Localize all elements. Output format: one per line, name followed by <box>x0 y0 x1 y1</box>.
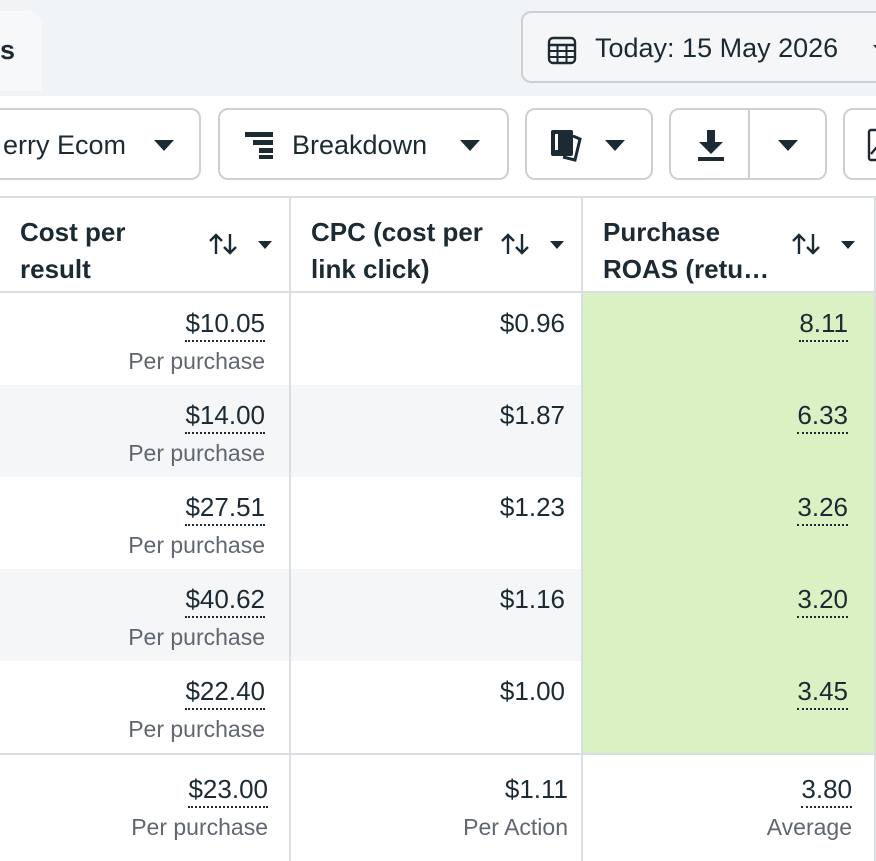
roas-value[interactable]: 3.45 <box>797 676 848 710</box>
account-selector-label: erry Ecom <box>3 130 127 160</box>
total-cost-per-result-unit: Per purchase <box>131 814 268 840</box>
top-bar: s Today: 15 May 2026 <box>0 0 876 96</box>
reports-button[interactable] <box>525 108 653 180</box>
calendar-icon <box>547 36 577 65</box>
chevron-down-icon <box>154 140 174 151</box>
breakdown-button[interactable]: Breakdown <box>218 108 509 180</box>
button-divider <box>748 110 750 178</box>
export-button-group <box>669 108 827 180</box>
chevron-down-icon[interactable] <box>778 140 798 151</box>
chevron-down-icon <box>460 140 480 151</box>
reports-icon <box>551 130 582 162</box>
cpc-value: $1.16 <box>499 584 565 614</box>
divider <box>581 196 583 861</box>
account-selector-button[interactable]: erry Ecom <box>0 108 201 180</box>
cpc-value: $1.00 <box>499 676 565 706</box>
cost-per-result-unit: Per purchase <box>128 532 265 558</box>
breakdown-icon <box>245 132 273 159</box>
divider <box>289 196 291 861</box>
cost-per-result-unit: Per purchase <box>128 440 265 466</box>
sort-icon[interactable] <box>791 232 823 256</box>
column-header-label: CPC (cost per <box>311 217 483 247</box>
download-icon[interactable] <box>695 128 727 162</box>
report-tab-label: s <box>0 35 16 65</box>
total-cost-per-result-value[interactable]: $23.00 <box>188 774 268 808</box>
report-tab[interactable]: s <box>0 11 42 91</box>
column-header-cpc[interactable]: CPC (cost per link click) <box>291 198 581 292</box>
cpc-value: $1.87 <box>499 400 565 430</box>
chart-icon <box>867 128 876 162</box>
cost-per-result-unit: Per purchase <box>128 716 265 742</box>
chart-button[interactable] <box>843 108 876 180</box>
sort-icon[interactable] <box>208 232 240 256</box>
sort-icon[interactable] <box>500 232 532 256</box>
total-cpc-value: $1.11 <box>504 774 568 804</box>
date-range-button[interactable]: Today: 15 May 2026 <box>521 11 876 83</box>
total-roas-value[interactable]: 3.80 <box>801 774 852 808</box>
column-header-label: Cost per <box>20 217 126 247</box>
breakdown-label: Breakdown <box>292 130 428 160</box>
divider <box>0 753 876 755</box>
cpc-value: $1.23 <box>499 492 565 522</box>
cost-per-result-value[interactable]: $22.40 <box>185 676 265 710</box>
total-roas-unit: Average <box>766 814 852 840</box>
cost-per-result-unit: Per purchase <box>128 348 265 374</box>
roas-value[interactable]: 3.26 <box>797 492 848 526</box>
chevron-down-icon[interactable] <box>841 241 855 249</box>
column-header-label: Purchase <box>603 217 721 247</box>
chevron-down-icon <box>605 140 625 151</box>
cost-per-result-unit: Per purchase <box>128 624 265 650</box>
cost-per-result-value[interactable]: $10.05 <box>185 308 265 342</box>
chevron-down-icon[interactable] <box>550 241 564 249</box>
column-header-label: ROAS (retu… <box>603 254 770 284</box>
roas-value[interactable]: 8.11 <box>799 308 848 342</box>
column-header-label: link click) <box>311 254 430 284</box>
total-cpc-unit: Per Action <box>463 814 568 840</box>
date-range-label: Today: 15 May 2026 <box>595 33 839 63</box>
cost-per-result-value[interactable]: $14.00 <box>185 400 265 434</box>
cpc-value: $0.96 <box>499 308 565 338</box>
column-header-cost-per-result[interactable]: Cost per result <box>0 198 289 292</box>
column-header-purchase-roas[interactable]: Purchase ROAS (retu… <box>583 198 874 292</box>
roas-value[interactable]: 3.20 <box>797 584 848 618</box>
toolbar: erry Ecom Breakdown <box>0 96 876 196</box>
cost-per-result-value[interactable]: $27.51 <box>185 492 265 526</box>
cost-per-result-value[interactable]: $40.62 <box>185 584 265 618</box>
roas-value[interactable]: 6.33 <box>797 400 848 434</box>
column-header-label: result <box>20 254 91 284</box>
chevron-down-icon[interactable] <box>258 241 272 249</box>
